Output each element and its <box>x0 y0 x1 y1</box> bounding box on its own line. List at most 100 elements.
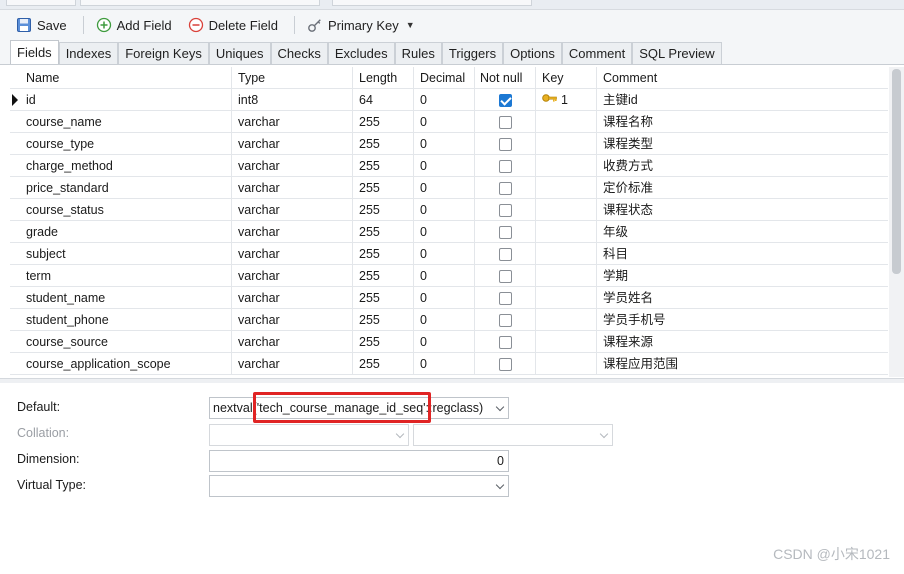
cell-name[interactable]: charge_method <box>20 155 232 177</box>
column-header-type[interactable]: Type <box>232 67 353 89</box>
cell-type[interactable]: int8 <box>232 89 353 111</box>
cell-name[interactable]: subject <box>20 243 232 265</box>
cell-comment[interactable]: 课程名称 <box>597 111 888 133</box>
window-tab[interactable] <box>332 0 532 6</box>
cell-type[interactable]: varchar <box>232 287 353 309</box>
not-null-checkbox[interactable] <box>499 116 512 129</box>
cell-decimal[interactable]: 0 <box>414 353 475 375</box>
cell-decimal[interactable]: 0 <box>414 111 475 133</box>
cell-type[interactable]: varchar <box>232 353 353 375</box>
cell-comment[interactable]: 收费方式 <box>597 155 888 177</box>
cell-comment[interactable]: 学期 <box>597 265 888 287</box>
tab-indexes[interactable]: Indexes <box>58 42 119 64</box>
cell-decimal[interactable]: 0 <box>414 331 475 353</box>
not-null-checkbox[interactable] <box>499 94 512 107</box>
table-row[interactable]: course_type varchar 255 0 课程类型 <box>10 133 888 155</box>
cell-decimal[interactable]: 0 <box>414 265 475 287</box>
not-null-checkbox[interactable] <box>499 358 512 371</box>
cell-name[interactable]: grade <box>20 221 232 243</box>
grid-scrollbar[interactable] <box>889 67 904 377</box>
tab-uniques[interactable]: Uniques <box>208 42 271 64</box>
not-null-checkbox[interactable] <box>499 226 512 239</box>
cell-name[interactable]: price_standard <box>20 177 232 199</box>
cell-type[interactable]: varchar <box>232 265 353 287</box>
cell-length[interactable]: 255 <box>353 331 414 353</box>
table-row[interactable]: price_standard varchar 255 0 定价标准 <box>10 177 888 199</box>
cell-length[interactable]: 255 <box>353 177 414 199</box>
cell-decimal[interactable]: 0 <box>414 309 475 331</box>
cell-name[interactable]: course_source <box>20 331 232 353</box>
tab-foreign-keys[interactable]: Foreign Keys <box>118 42 209 64</box>
cell-length[interactable]: 255 <box>353 287 414 309</box>
cell-length[interactable]: 255 <box>353 155 414 177</box>
cell-length[interactable]: 255 <box>353 111 414 133</box>
tab-triggers[interactable]: Triggers <box>441 42 504 64</box>
cell-comment[interactable]: 年级 <box>597 221 888 243</box>
not-null-checkbox[interactable] <box>499 182 512 195</box>
cell-decimal[interactable]: 0 <box>414 199 475 221</box>
cell-decimal[interactable]: 0 <box>414 243 475 265</box>
cell-comment[interactable]: 课程应用范围 <box>597 353 888 375</box>
tab-excludes[interactable]: Excludes <box>327 42 395 64</box>
column-header-length[interactable]: Length <box>353 67 414 89</box>
add-field-button[interactable]: Add Field <box>90 13 178 37</box>
cell-name[interactable]: course_application_scope <box>20 353 232 375</box>
cell-comment[interactable]: 学员手机号 <box>597 309 888 331</box>
cell-type[interactable]: varchar <box>232 221 353 243</box>
column-header-name[interactable]: Name <box>20 67 232 89</box>
cell-comment[interactable]: 课程来源 <box>597 331 888 353</box>
column-header-decimal[interactable]: Decimal <box>414 67 475 89</box>
delete-field-button[interactable]: Delete Field <box>182 13 284 37</box>
cell-comment[interactable]: 定价标准 <box>597 177 888 199</box>
not-null-checkbox[interactable] <box>499 314 512 327</box>
cell-type[interactable]: varchar <box>232 177 353 199</box>
cell-name[interactable]: id <box>20 89 232 111</box>
table-row[interactable]: student_name varchar 255 0 学员姓名 <box>10 287 888 309</box>
cell-decimal[interactable]: 0 <box>414 133 475 155</box>
table-row[interactable]: term varchar 255 0 学期 <box>10 265 888 287</box>
table-row[interactable]: course_application_scope varchar 255 0 课程应用范… <box>10 353 888 375</box>
cell-decimal[interactable]: 0 <box>414 155 475 177</box>
table-row[interactable]: course_name varchar 255 0 课程名称 <box>10 111 888 133</box>
cell-type[interactable]: varchar <box>232 155 353 177</box>
table-row[interactable]: id int8 64 0 1 主键id <box>10 89 888 111</box>
cell-name[interactable]: student_name <box>20 287 232 309</box>
cell-comment[interactable]: 课程状态 <box>597 199 888 221</box>
table-row[interactable]: grade varchar 255 0 年级 <box>10 221 888 243</box>
window-tab[interactable] <box>6 0 76 6</box>
cell-length[interactable]: 255 <box>353 199 414 221</box>
cell-name[interactable]: course_name <box>20 111 232 133</box>
cell-name[interactable]: course_type <box>20 133 232 155</box>
tab-checks[interactable]: Checks <box>270 42 328 64</box>
column-header-comment[interactable]: Comment <box>597 67 888 89</box>
cell-decimal[interactable]: 0 <box>414 221 475 243</box>
cell-name[interactable]: course_status <box>20 199 232 221</box>
cell-length[interactable]: 64 <box>353 89 414 111</box>
table-row[interactable]: charge_method varchar 255 0 收费方式 <box>10 155 888 177</box>
not-null-checkbox[interactable] <box>499 138 512 151</box>
not-null-checkbox[interactable] <box>499 292 512 305</box>
cell-type[interactable]: varchar <box>232 331 353 353</box>
window-tab[interactable] <box>80 0 320 6</box>
tab-comment[interactable]: Comment <box>561 42 633 64</box>
table-row[interactable]: course_source varchar 255 0 课程来源 <box>10 331 888 353</box>
cell-comment[interactable]: 学员姓名 <box>597 287 888 309</box>
not-null-checkbox[interactable] <box>499 248 512 261</box>
cell-comment[interactable]: 主键id <box>597 89 888 111</box>
cell-comment[interactable]: 课程类型 <box>597 133 888 155</box>
not-null-checkbox[interactable] <box>499 336 512 349</box>
tab-fields[interactable]: Fields <box>10 40 59 64</box>
panel-splitter[interactable] <box>0 378 904 383</box>
cell-type[interactable]: varchar <box>232 243 353 265</box>
cell-name[interactable]: student_phone <box>20 309 232 331</box>
table-row[interactable]: student_phone varchar 255 0 学员手机号 <box>10 309 888 331</box>
cell-type[interactable]: varchar <box>232 133 353 155</box>
dimension-field[interactable]: 0 <box>209 450 509 472</box>
cell-type[interactable]: varchar <box>232 309 353 331</box>
cell-decimal[interactable]: 0 <box>414 89 475 111</box>
cell-length[interactable]: 255 <box>353 353 414 375</box>
save-button[interactable]: Save <box>10 13 73 37</box>
not-null-checkbox[interactable] <box>499 270 512 283</box>
cell-name[interactable]: term <box>20 265 232 287</box>
tab-rules[interactable]: Rules <box>394 42 442 64</box>
